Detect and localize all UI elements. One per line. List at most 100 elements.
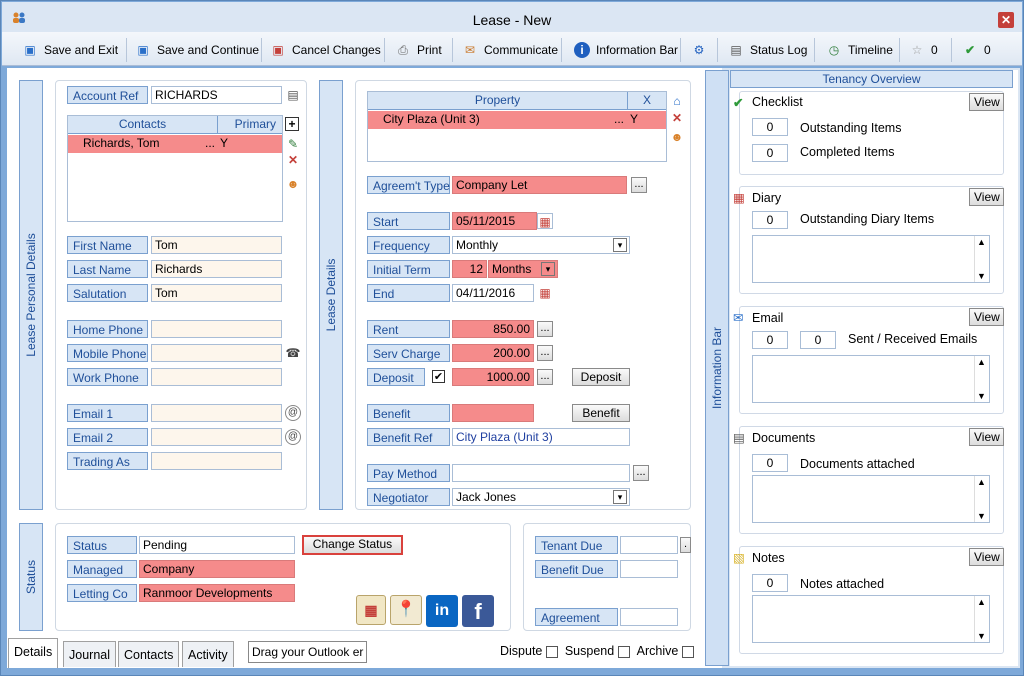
email-text-area[interactable]: ▲ ▼ bbox=[752, 355, 990, 403]
information-bar-button[interactable]: i Information Bar bbox=[574, 41, 678, 59]
documents-text-area[interactable]: ▲ ▼ bbox=[752, 475, 990, 523]
serv-charge-lookup-button[interactable]: ... bbox=[537, 345, 553, 361]
change-status-button[interactable]: Change Status bbox=[302, 535, 403, 555]
trading-as-field[interactable] bbox=[151, 452, 282, 470]
x-header[interactable]: X bbox=[628, 92, 666, 110]
property-person-icon[interactable]: ☻ bbox=[669, 129, 685, 145]
benefit-due-field[interactable] bbox=[620, 560, 678, 578]
chevron-down-icon[interactable]: ▾ bbox=[613, 490, 627, 504]
close-icon[interactable]: ✕ bbox=[998, 12, 1014, 28]
negotiator-select[interactable]: Jack Jones ▾ bbox=[452, 488, 630, 506]
account-ref-field[interactable]: RICHARDS bbox=[151, 86, 282, 104]
save-exit-button[interactable]: ▣ Save and Exit bbox=[22, 41, 118, 59]
communicate-button[interactable]: ✉ Communicate bbox=[462, 41, 558, 59]
deposit-field[interactable]: 1000.00 bbox=[452, 368, 534, 386]
property-header[interactable]: Property bbox=[368, 92, 628, 110]
status-log-button[interactable]: ▤ Status Log bbox=[728, 41, 807, 59]
scroll-down-icon[interactable]: ▼ bbox=[977, 271, 986, 281]
suspend-checkbox[interactable] bbox=[617, 645, 630, 658]
delete-contact-icon[interactable]: ✕ bbox=[285, 152, 301, 168]
scrollbar[interactable]: ▲ ▼ bbox=[974, 596, 989, 642]
tab-details[interactable]: Details bbox=[8, 638, 59, 668]
status-tab[interactable]: Status bbox=[19, 523, 43, 631]
letting-co-field[interactable]: Ranmoor Developments bbox=[139, 584, 295, 602]
deposit-lookup-button[interactable]: ... bbox=[537, 369, 553, 385]
agreement-field[interactable] bbox=[620, 608, 678, 626]
timeline-button[interactable]: ◷ Timeline bbox=[826, 41, 893, 59]
chevron-down-icon[interactable]: ▾ bbox=[613, 238, 627, 252]
scroll-up-icon[interactable]: ▲ bbox=[977, 237, 986, 247]
information-bar-tab[interactable]: Information Bar bbox=[705, 70, 729, 666]
scroll-down-icon[interactable]: ▼ bbox=[977, 391, 986, 401]
rent-lookup-button[interactable]: ... bbox=[537, 321, 553, 337]
benefit-field[interactable] bbox=[452, 404, 534, 422]
archive-checkbox[interactable] bbox=[681, 645, 694, 658]
serv-charge-field[interactable]: 200.00 bbox=[452, 344, 534, 362]
account-ref-lookup-icon[interactable]: ▤ bbox=[285, 87, 301, 103]
frequency-select[interactable]: Monthly ▾ bbox=[452, 236, 630, 254]
rent-field[interactable]: 850.00 bbox=[452, 320, 534, 338]
deposit-checkbox[interactable]: ✔ bbox=[432, 370, 445, 383]
scroll-up-icon[interactable]: ▲ bbox=[977, 477, 986, 487]
scrollbar[interactable]: ▲ ▼ bbox=[974, 476, 989, 522]
documents-view-button[interactable]: View bbox=[969, 428, 1004, 446]
save-continue-button[interactable]: ▣ Save and Continue bbox=[135, 41, 259, 59]
cancel-changes-button[interactable]: ▣ Cancel Changes bbox=[270, 41, 380, 59]
initial-term-unit-select[interactable]: Months ▾ bbox=[488, 260, 558, 278]
edit-contact-icon[interactable]: ✎ bbox=[285, 136, 301, 152]
tenant-due-lookup-button[interactable]: . bbox=[680, 537, 691, 553]
end-calendar-icon[interactable]: ▦ bbox=[537, 285, 553, 301]
dispute-checkbox[interactable] bbox=[545, 645, 558, 658]
table-row[interactable]: Richards, Tom ... Y bbox=[68, 135, 282, 153]
info-settings-button[interactable]: ⚙ bbox=[691, 41, 707, 59]
email2-field[interactable] bbox=[151, 428, 282, 446]
start-calendar-icon[interactable]: ▦ bbox=[537, 213, 553, 229]
calendar-icon[interactable]: ▦ bbox=[356, 595, 386, 625]
email-view-button[interactable]: View bbox=[969, 308, 1004, 326]
start-date-field[interactable]: 05/11/2015 bbox=[452, 212, 537, 230]
salutation-field[interactable]: Tom bbox=[151, 284, 282, 302]
phone-icon[interactable]: ☎ bbox=[285, 345, 301, 361]
email1-at-icon[interactable]: @ bbox=[285, 405, 301, 421]
scrollbar[interactable]: ▲ ▼ bbox=[974, 356, 989, 402]
linkedin-icon[interactable]: in bbox=[426, 595, 458, 627]
managed-field[interactable]: Company bbox=[139, 560, 295, 578]
diary-view-button[interactable]: View bbox=[969, 188, 1004, 206]
lease-details-tab[interactable]: Lease Details bbox=[319, 80, 343, 510]
add-contact-icon[interactable]: + bbox=[285, 117, 299, 131]
end-date-field[interactable]: 04/11/2016 bbox=[452, 284, 534, 302]
lease-personal-details-tab[interactable]: Lease Personal Details bbox=[19, 80, 43, 510]
primary-header[interactable]: Primary bbox=[218, 116, 282, 134]
diary-text-area[interactable]: ▲ ▼ bbox=[752, 235, 990, 283]
table-row[interactable]: City Plaza (Unit 3) ... Y bbox=[368, 111, 666, 129]
star-button[interactable]: ☆ 0 bbox=[909, 41, 938, 59]
property-home-icon[interactable]: ⌂ bbox=[669, 93, 685, 109]
tab-activity[interactable]: Activity bbox=[182, 641, 234, 667]
mobile-phone-field[interactable] bbox=[151, 344, 282, 362]
agreement-type-lookup-button[interactable]: ... bbox=[631, 177, 647, 193]
last-name-field[interactable]: Richards bbox=[151, 260, 282, 278]
initial-term-field[interactable]: 12 bbox=[452, 260, 487, 278]
work-phone-field[interactable] bbox=[151, 368, 282, 386]
map-pin-icon[interactable]: 📍 bbox=[390, 595, 422, 625]
pay-method-lookup-button[interactable]: ... bbox=[633, 465, 649, 481]
home-phone-field[interactable] bbox=[151, 320, 282, 338]
email2-at-icon[interactable]: @ bbox=[285, 429, 301, 445]
status-field[interactable]: Pending bbox=[139, 536, 295, 554]
chevron-down-icon[interactable]: ▾ bbox=[541, 262, 555, 276]
scroll-down-icon[interactable]: ▼ bbox=[977, 631, 986, 641]
facebook-icon[interactable]: f bbox=[462, 595, 494, 627]
tab-journal[interactable]: Journal bbox=[63, 641, 116, 667]
pay-method-field[interactable] bbox=[452, 464, 630, 482]
checklist-view-button[interactable]: View bbox=[969, 93, 1004, 111]
email1-field[interactable] bbox=[151, 404, 282, 422]
check-button[interactable]: ✔ 0 bbox=[962, 41, 991, 59]
benefit-ref-field[interactable]: City Plaza (Unit 3) bbox=[452, 428, 630, 446]
scroll-up-icon[interactable]: ▲ bbox=[977, 357, 986, 367]
first-name-field[interactable]: Tom bbox=[151, 236, 282, 254]
agreement-type-field[interactable]: Company Let bbox=[452, 176, 627, 194]
delete-property-icon[interactable]: ✕ bbox=[669, 110, 685, 126]
tab-contacts[interactable]: Contacts bbox=[118, 641, 180, 667]
tenant-due-field[interactable] bbox=[620, 536, 678, 554]
notes-text-area[interactable]: ▲ ▼ bbox=[752, 595, 990, 643]
